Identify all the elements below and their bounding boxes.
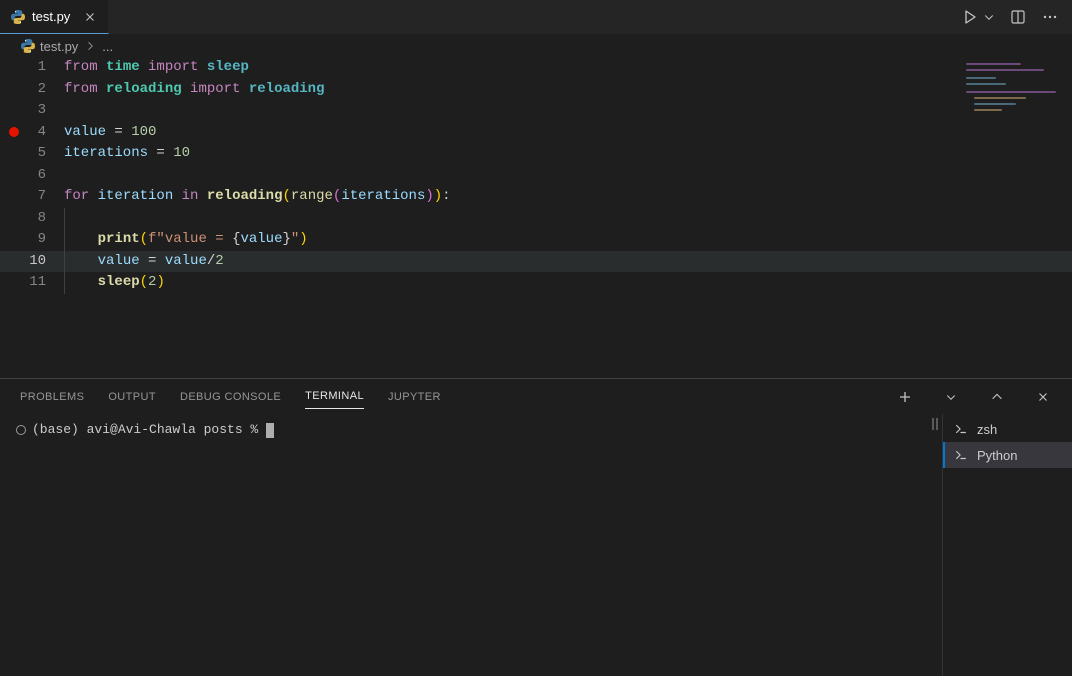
code-line[interactable]: 11 sleep(2) [0, 272, 1072, 294]
terminal-sidebar: zsh Python [942, 414, 1072, 676]
panel-tab-terminal[interactable]: TERMINAL [305, 384, 364, 409]
line-number: 2 [28, 79, 64, 101]
breadcrumb-file: test.py [40, 39, 78, 54]
gutter[interactable] [0, 143, 28, 165]
line-number: 9 [28, 229, 64, 251]
close-tab-icon[interactable] [82, 9, 98, 25]
terminal-chevron-down-icon[interactable] [940, 386, 962, 408]
breadcrumb[interactable]: test.py ... [0, 35, 1072, 57]
terminal-cursor [266, 423, 274, 438]
code-line[interactable]: 4value = 100 [0, 122, 1072, 144]
gutter[interactable] [0, 229, 28, 251]
code-content[interactable]: value = value/2 [64, 251, 956, 273]
gutter[interactable] [0, 272, 28, 294]
panel-body: (base) avi@Avi-Chawla posts % zsh Python [0, 414, 1072, 676]
code-content[interactable]: iterations = 10 [64, 143, 1072, 165]
terminal-instance-label: Python [977, 448, 1017, 463]
panel-tabs: PROBLEMS OUTPUT DEBUG CONSOLE TERMINAL JUPYT… [0, 379, 1072, 414]
gutter[interactable] [0, 100, 28, 122]
code-content[interactable] [64, 100, 1072, 122]
terminal-scroll-indicator [932, 418, 938, 430]
line-number: 7 [28, 186, 64, 208]
code-editor[interactable]: 1from time import sleep2from reloading i… [0, 57, 1072, 294]
gutter[interactable] [0, 251, 28, 273]
terminal-icon [953, 421, 969, 437]
code-line[interactable]: 9 print(f"value = {value}") [0, 229, 1072, 251]
code-line[interactable]: 10 value = value/2 [0, 251, 1072, 273]
line-number: 1 [28, 57, 64, 79]
line-number: 5 [28, 143, 64, 165]
code-content[interactable]: from time import sleep [64, 57, 1072, 79]
terminal-instance-python[interactable]: Python [943, 442, 1072, 468]
panel-close-button[interactable] [1032, 386, 1054, 408]
file-tab-test-py[interactable]: test.py [0, 0, 109, 34]
code-content[interactable]: from reloading import reloading [64, 79, 1072, 101]
code-content[interactable] [64, 165, 1072, 187]
gutter[interactable] [0, 165, 28, 187]
new-terminal-button[interactable] [894, 386, 916, 408]
code-content[interactable]: for iteration in reloading(range(iterati… [64, 186, 1072, 208]
split-editor-button[interactable] [1004, 3, 1032, 31]
panel-tab-problems[interactable]: PROBLEMS [20, 385, 84, 409]
line-number: 4 [28, 122, 64, 144]
indent-guide [64, 272, 65, 294]
chevron-right-icon [82, 40, 98, 52]
line-number: 8 [28, 208, 64, 230]
panel: PROBLEMS OUTPUT DEBUG CONSOLE TERMINAL JUPYT… [0, 378, 1072, 676]
editor-wrap: 1from time import sleep2from reloading i… [0, 57, 1072, 377]
code-content[interactable]: value = 100 [64, 122, 1072, 144]
gutter[interactable] [0, 208, 28, 230]
breakpoint-icon[interactable] [9, 127, 19, 137]
more-actions-button[interactable] [1036, 3, 1064, 31]
line-number: 11 [28, 272, 64, 294]
gutter[interactable] [0, 79, 28, 101]
indent-guide [64, 208, 65, 230]
run-chevron-down-icon[interactable] [978, 6, 1000, 28]
panel-tab-debug-console[interactable]: DEBUG CONSOLE [180, 385, 281, 409]
terminal[interactable]: (base) avi@Avi-Chawla posts % [0, 414, 942, 676]
tab-bar: test.py [0, 0, 1072, 35]
code-line[interactable]: 8 [0, 208, 1072, 230]
code-line[interactable]: 2from reloading import reloading [0, 79, 1072, 101]
code-line[interactable]: 5iterations = 10 [0, 143, 1072, 165]
indent-guide [64, 229, 65, 251]
code-content[interactable]: print(f"value = {value}") [64, 229, 1072, 251]
code-line[interactable]: 7for iteration in reloading(range(iterat… [0, 186, 1072, 208]
panel-tab-output[interactable]: OUTPUT [108, 385, 156, 409]
indent-guide [64, 251, 65, 273]
breadcrumb-more: ... [102, 39, 113, 54]
line-number: 3 [28, 100, 64, 122]
code-line[interactable]: 6 [0, 165, 1072, 187]
line-number: 6 [28, 165, 64, 187]
gutter[interactable] [0, 122, 28, 144]
code-line[interactable]: 3 [0, 100, 1072, 122]
editor-actions [956, 0, 1072, 34]
terminal-instance-zsh[interactable]: zsh [943, 416, 1072, 442]
gutter[interactable] [0, 186, 28, 208]
code-line[interactable]: 1from time import sleep [0, 57, 1072, 79]
terminal-icon [953, 447, 969, 463]
code-content[interactable] [64, 208, 1072, 230]
terminal-status-icon [16, 425, 26, 435]
panel-tab-jupyter[interactable]: JUPYTER [388, 385, 441, 409]
terminal-prompt: (base) avi@Avi-Chawla posts % [32, 420, 258, 440]
code-content[interactable]: sleep(2) [64, 272, 1072, 294]
terminal-instance-label: zsh [977, 422, 997, 437]
line-number: 10 [28, 251, 64, 273]
panel-maximize-button[interactable] [986, 386, 1008, 408]
gutter[interactable] [0, 57, 28, 79]
python-file-icon [20, 38, 36, 54]
file-tab-label: test.py [32, 9, 70, 24]
python-file-icon [10, 9, 26, 25]
